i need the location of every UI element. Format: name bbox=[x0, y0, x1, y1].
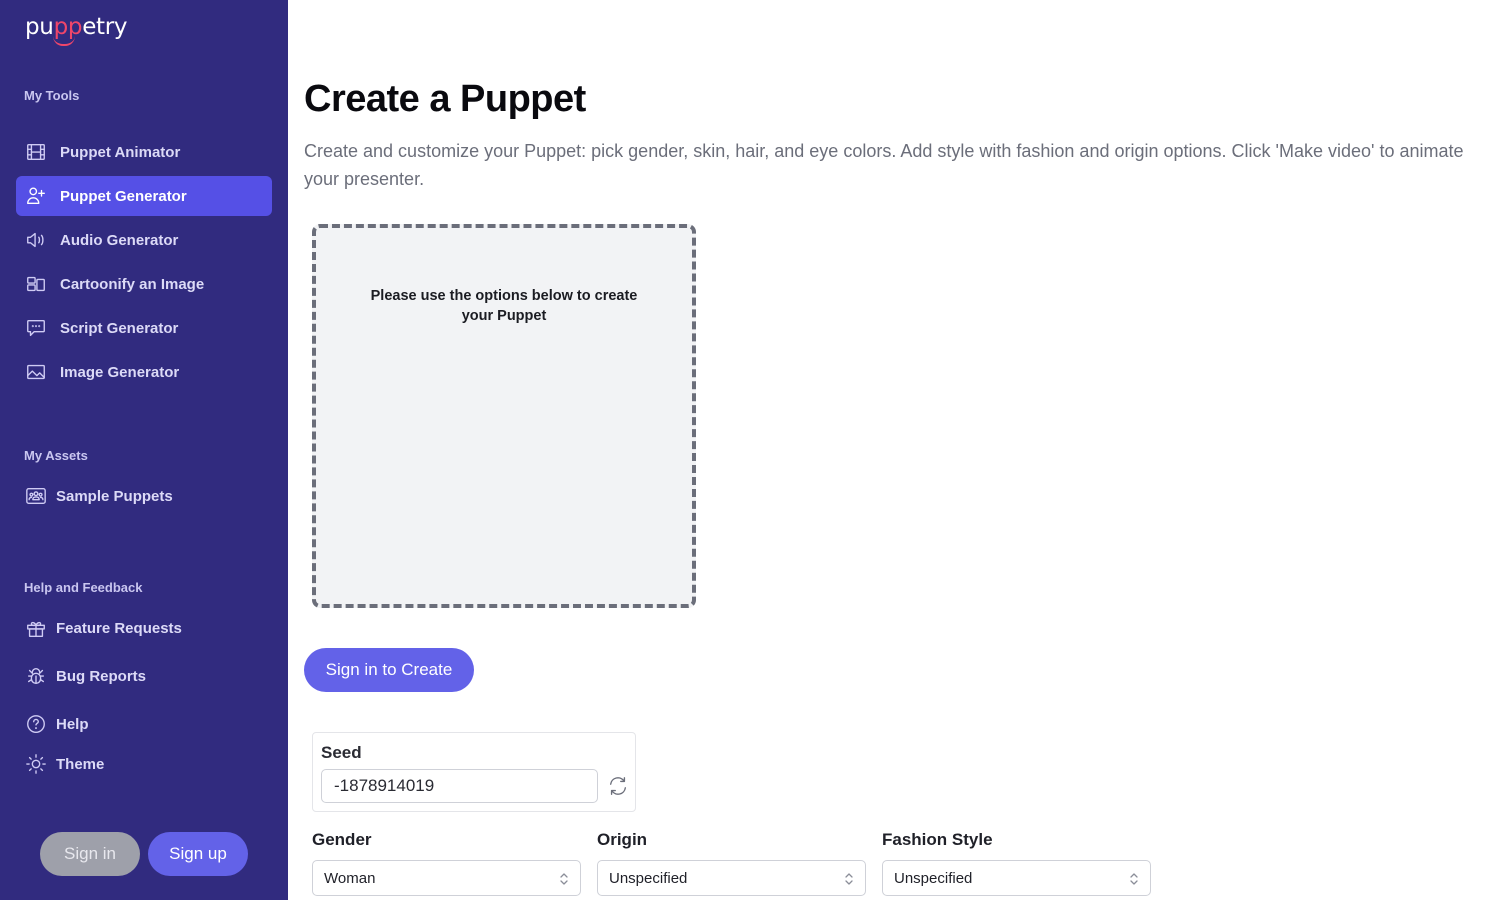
group-icon bbox=[24, 484, 48, 508]
section-title-my-tools: My Tools bbox=[24, 88, 80, 103]
sidebar-item-label: Sample Puppets bbox=[56, 487, 173, 505]
sidebar-item-puppet-generator[interactable]: Puppet Generator bbox=[16, 176, 272, 216]
gift-icon bbox=[24, 616, 48, 640]
sidebar-item-script-generator[interactable]: Script Generator bbox=[16, 308, 272, 348]
layout-icon bbox=[24, 272, 48, 296]
sidebar: puppetry My Tools Puppet Animator Puppet… bbox=[0, 0, 288, 900]
puppet-preview-area: Please use the options below to create y… bbox=[312, 224, 696, 608]
chevron-up-down-icon bbox=[843, 870, 855, 888]
main-content: Create a Puppet Create and customize you… bbox=[288, 0, 1500, 900]
sidebar-item-bug-reports[interactable]: Bug Reports bbox=[16, 656, 272, 696]
sidebar-item-sample-puppets[interactable]: Sample Puppets bbox=[16, 476, 272, 516]
fashion-style-value: Unspecified bbox=[894, 869, 973, 887]
sidebar-item-label: Feature Requests bbox=[56, 619, 182, 637]
sidebar-item-theme[interactable]: Theme bbox=[16, 744, 272, 784]
sidebar-item-label: Theme bbox=[56, 755, 105, 773]
bug-icon bbox=[24, 664, 48, 688]
logo-smile-icon bbox=[53, 36, 75, 46]
origin-label: Origin bbox=[597, 830, 648, 849]
sidebar-item-help[interactable]: Help bbox=[16, 704, 272, 744]
chevron-up-down-icon bbox=[1128, 870, 1140, 888]
seed-card: Seed bbox=[312, 732, 636, 812]
gender-select[interactable]: Woman bbox=[312, 860, 581, 896]
sidebar-item-feature-requests[interactable]: Feature Requests bbox=[16, 608, 272, 648]
origin-value: Unspecified bbox=[609, 869, 688, 887]
sidebar-item-puppet-animator[interactable]: Puppet Animator bbox=[16, 132, 272, 172]
sidebar-item-label: Help bbox=[56, 715, 89, 733]
film-icon bbox=[24, 140, 48, 164]
sidebar-item-label: Puppet Generator bbox=[60, 187, 187, 205]
sidebar-item-label: Bug Reports bbox=[56, 667, 146, 685]
sidebar-item-label: Cartoonify an Image bbox=[60, 275, 205, 293]
user-plus-icon bbox=[24, 184, 48, 208]
sidebar-item-label: Puppet Animator bbox=[60, 143, 181, 161]
seed-label: Seed bbox=[321, 743, 362, 762]
logo-suffix: etry bbox=[82, 14, 128, 40]
sign-in-to-create-button[interactable]: Sign in to Create bbox=[304, 648, 474, 692]
puppetry-logo[interactable]: puppetry bbox=[25, 14, 128, 46]
origin-select[interactable]: Unspecified bbox=[597, 860, 866, 896]
sidebar-item-audio-generator[interactable]: Audio Generator bbox=[16, 220, 272, 260]
sidebar-item-label: Audio Generator bbox=[60, 231, 179, 249]
chevron-up-down-icon bbox=[558, 870, 570, 888]
sidebar-item-cartoonify[interactable]: Cartoonify an Image bbox=[16, 264, 272, 304]
sun-icon bbox=[24, 752, 48, 776]
sign-in-button[interactable]: Sign in bbox=[40, 832, 140, 876]
image-icon bbox=[24, 360, 48, 384]
section-title-my-assets: My Assets bbox=[24, 448, 88, 463]
speaker-icon bbox=[24, 228, 48, 252]
fashion-style-label: Fashion Style bbox=[882, 830, 993, 849]
app: puppetry My Tools Puppet Animator Puppet… bbox=[0, 0, 1500, 900]
sidebar-item-label: Script Generator bbox=[60, 319, 179, 337]
logo-prefix: pu bbox=[25, 14, 54, 40]
gender-label: Gender bbox=[312, 830, 372, 849]
sidebar-item-label: Image Generator bbox=[60, 363, 180, 381]
sidebar-item-image-generator[interactable]: Image Generator bbox=[16, 352, 272, 392]
page-description: Create and customize your Puppet: pick g… bbox=[304, 141, 1464, 189]
page-title: Create a Puppet bbox=[304, 78, 586, 120]
sign-up-button[interactable]: Sign up bbox=[148, 832, 248, 876]
preview-placeholder-message: Please use the options below to create y… bbox=[370, 288, 638, 324]
refresh-seed-icon[interactable] bbox=[607, 775, 629, 797]
fashion-style-select[interactable]: Unspecified bbox=[882, 860, 1151, 896]
seed-input[interactable] bbox=[321, 769, 598, 803]
question-circle-icon bbox=[24, 712, 48, 736]
chat-bubble-icon bbox=[24, 316, 48, 340]
gender-value: Woman bbox=[324, 869, 376, 887]
section-title-help-feedback: Help and Feedback bbox=[24, 580, 143, 595]
